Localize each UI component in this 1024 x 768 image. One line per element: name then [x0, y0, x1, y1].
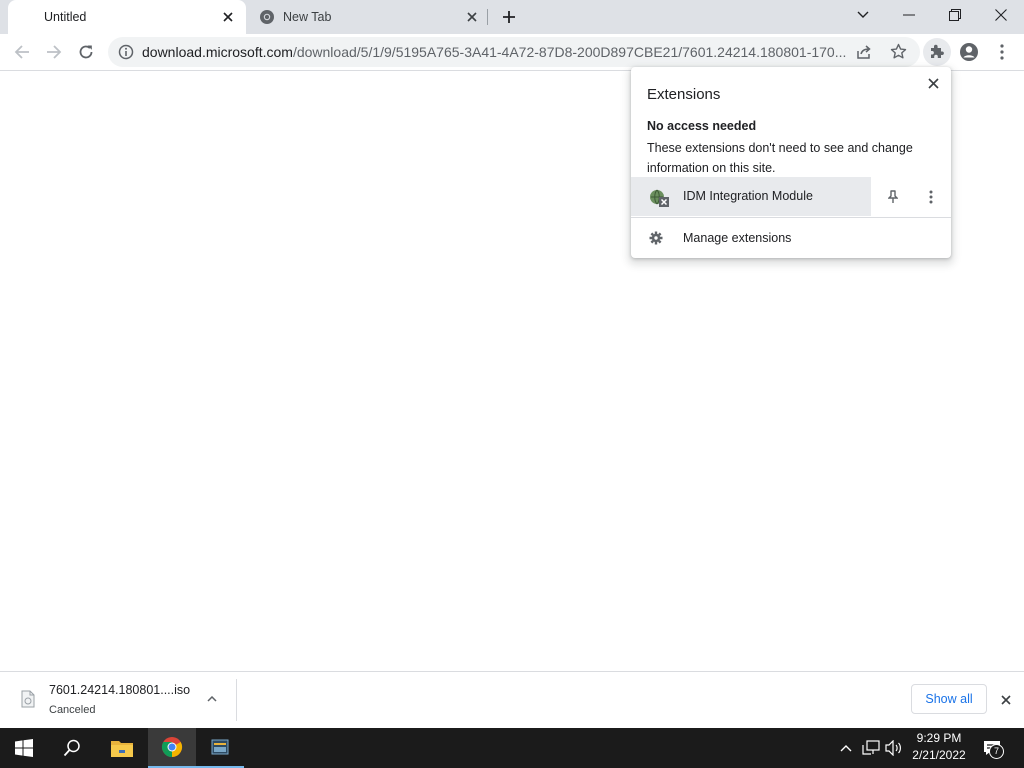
- clock-date: 2/21/2022: [912, 748, 966, 762]
- extension-more-button[interactable]: [921, 187, 941, 207]
- section-description: These extensions don't need to see and c…: [647, 141, 913, 175]
- tab-new-tab[interactable]: New Tab: [250, 0, 490, 34]
- chevron-up-icon: [840, 745, 852, 752]
- reload-button[interactable]: [72, 38, 100, 66]
- profile-button[interactable]: [955, 38, 983, 66]
- bookmark-star-icon[interactable]: [890, 43, 907, 65]
- address-bar[interactable]: download.microsoft.com/download/5/1/9/51…: [108, 37, 920, 67]
- close-icon: [1001, 695, 1011, 705]
- tab-title: Untitled: [44, 10, 87, 24]
- avatar-icon: [960, 43, 978, 61]
- folder-icon: [111, 741, 133, 757]
- download-file-name: 7601.24214.180801....iso: [49, 683, 191, 697]
- minimize-button[interactable]: [886, 0, 932, 30]
- close-icon: [927, 77, 939, 89]
- puzzle-icon: [931, 44, 944, 58]
- url-text[interactable]: download.microsoft.com/download/5/1/9/51…: [142, 37, 848, 67]
- section-heading: No access needed: [647, 119, 757, 133]
- extensions-popup: Extensions No access needed These extens…: [631, 67, 951, 258]
- tab-strip: Untitled New Tab: [0, 0, 1024, 34]
- app-window-icon: [211, 739, 229, 755]
- chrome-taskbar-button[interactable]: [148, 728, 196, 768]
- start-button[interactable]: [0, 728, 48, 768]
- tab-search-button[interactable]: [840, 0, 886, 30]
- close-shelf-button[interactable]: [997, 691, 1015, 709]
- taskbar-clock[interactable]: 9:29 PM 2/21/2022: [906, 730, 972, 766]
- file-explorer-button[interactable]: [98, 728, 146, 768]
- notification-count-badge: 7: [989, 744, 1004, 759]
- action-center-button[interactable]: 7: [982, 738, 1004, 759]
- pin-icon: [888, 190, 898, 203]
- new-tab-button[interactable]: [498, 6, 520, 28]
- close-window-button[interactable]: [978, 0, 1024, 30]
- manage-extensions-item[interactable]: Manage extensions: [631, 218, 951, 258]
- download-shelf: 7601.24214.180801....iso Canceled Show a…: [0, 671, 1024, 728]
- download-item[interactable]: 7601.24214.180801....iso Canceled: [0, 672, 237, 728]
- manage-extensions-label: Manage extensions: [683, 231, 792, 245]
- network-icon[interactable]: [861, 738, 881, 758]
- windows-logo-icon: [15, 739, 33, 757]
- chrome-icon: [259, 9, 275, 25]
- url-host: download.microsoft.com: [142, 44, 293, 60]
- file-icon: [21, 690, 35, 708]
- clock-time: 9:29 PM: [916, 731, 962, 745]
- tab-separator: [487, 9, 488, 25]
- close-popup-button[interactable]: [923, 73, 943, 93]
- idm-extension-icon: [648, 188, 670, 208]
- extension-name: IDM Integration Module: [683, 189, 813, 203]
- gear-icon: [649, 231, 663, 245]
- close-tab-icon[interactable]: [220, 9, 236, 25]
- tab-untitled[interactable]: Untitled: [8, 0, 246, 34]
- close-tab-icon[interactable]: [464, 9, 480, 25]
- info-icon[interactable]: [118, 44, 134, 65]
- search-icon: [63, 739, 80, 757]
- back-button[interactable]: [8, 38, 36, 66]
- chrome-icon: [161, 737, 183, 758]
- app-taskbar-button[interactable]: [196, 728, 244, 768]
- forward-button[interactable]: [40, 38, 68, 66]
- taskbar: 9:29 PM 2/21/2022 7: [0, 728, 1024, 768]
- kebab-menu-icon: [929, 190, 933, 204]
- chevron-up-icon[interactable]: [204, 691, 220, 707]
- extensions-popup-title: Extensions: [647, 86, 721, 103]
- kebab-menu-icon: [1000, 44, 1004, 60]
- show-hidden-icons-button[interactable]: [836, 738, 856, 758]
- download-status: Canceled: [49, 704, 96, 716]
- chrome-menu-button[interactable]: [988, 38, 1016, 66]
- download-separator: [236, 679, 237, 721]
- pin-extension-button[interactable]: [883, 187, 903, 207]
- search-button[interactable]: [48, 728, 96, 768]
- extensions-button[interactable]: [923, 38, 951, 66]
- volume-icon[interactable]: [884, 738, 904, 758]
- tab-title: New Tab: [283, 10, 332, 24]
- url-path: /download/5/1/9/5195A765-3A41-4A72-87D8-…: [292, 44, 847, 60]
- show-all-button[interactable]: Show all: [911, 684, 987, 714]
- share-icon[interactable]: [856, 44, 872, 65]
- restore-button[interactable]: [932, 0, 978, 30]
- toolbar: download.microsoft.com/download/5/1/9/51…: [0, 34, 1024, 71]
- extension-item-idm[interactable]: IDM Integration Module: [631, 177, 951, 216]
